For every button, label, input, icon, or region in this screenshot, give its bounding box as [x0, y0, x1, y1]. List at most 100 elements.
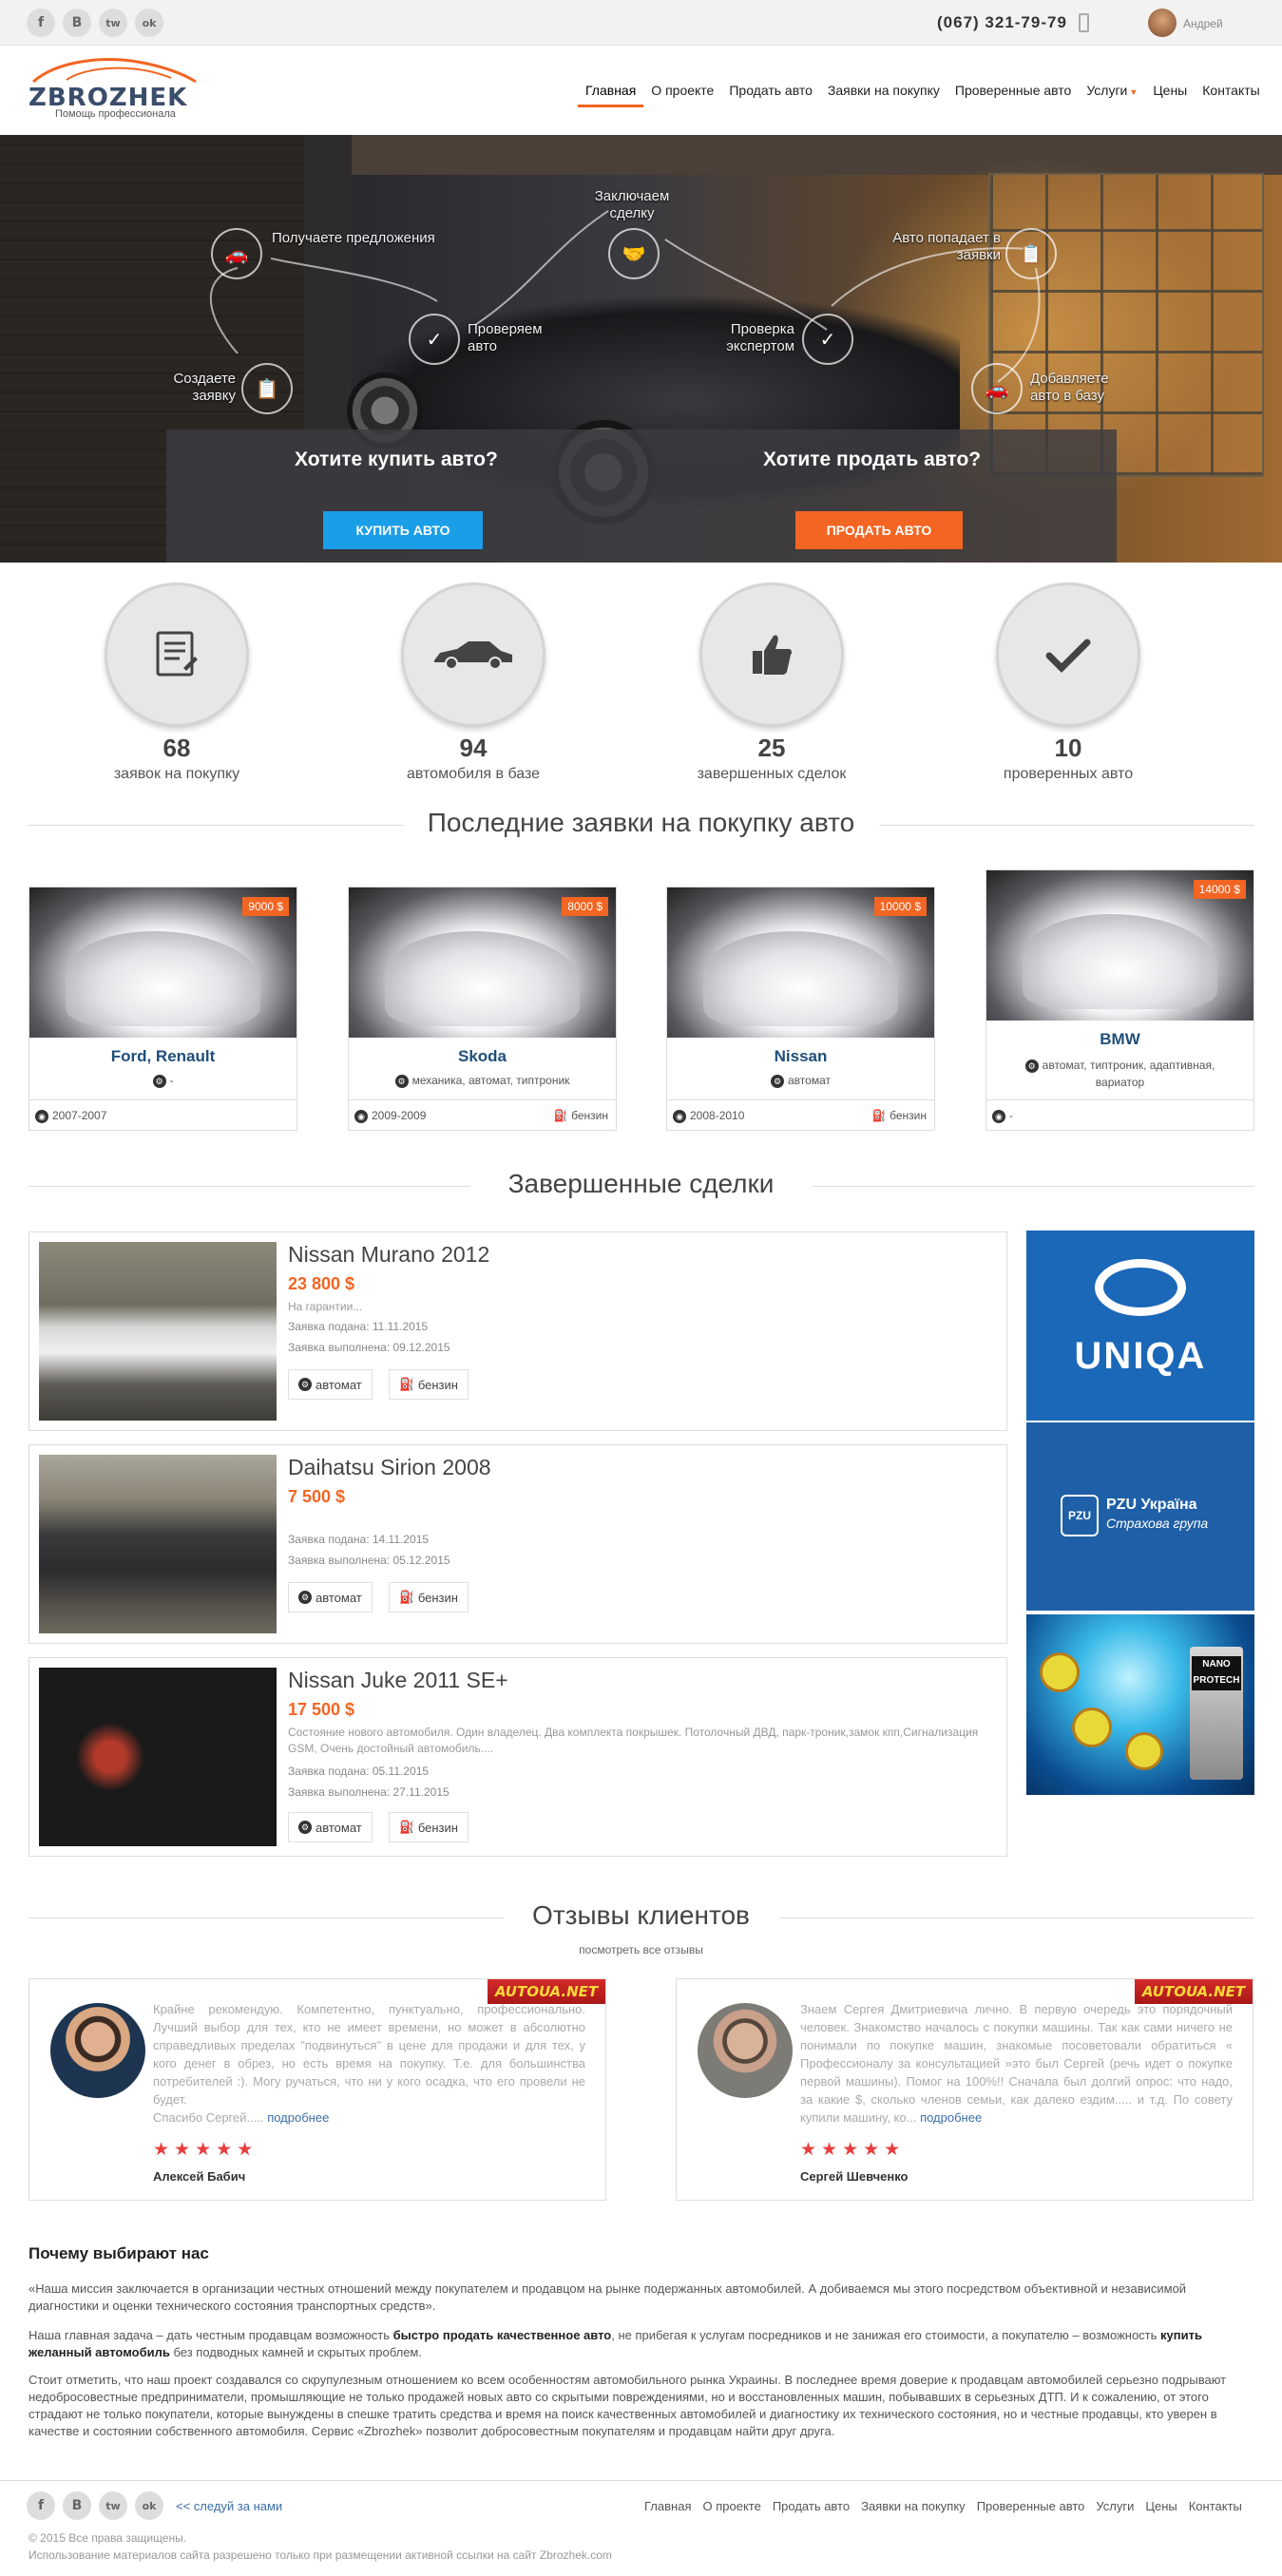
request-card-ford[interactable]: 9000 $ Ford, Renault ⚙ - ◉ 2007-2007	[29, 887, 297, 1131]
gearbox-tag: ⚙ автомат	[288, 1582, 373, 1612]
nav-about[interactable]: О проекте	[643, 83, 721, 107]
stat-cars-label: автомобиля в базе	[406, 766, 541, 782]
calendar-icon: ◉	[992, 1109, 1005, 1123]
sell-car-button[interactable]: ПРОДАТЬ АВТО	[795, 511, 963, 549]
request-card-nissan[interactable]: 10000 $ Nissan ⚙ автомат ◉ 2008-2010 ⛽ бен…	[666, 887, 935, 1131]
user-name[interactable]: Андрей	[1183, 17, 1223, 30]
see-all-reviews-link[interactable]: посмотреть все отзывы	[0, 1943, 1282, 1956]
thumbs-up-icon	[699, 582, 844, 727]
card-footer: ◉ 2008-2010 ⛽ бензин	[667, 1099, 934, 1130]
read-more-link[interactable]: подробнее	[267, 2110, 329, 2125]
footer-nav-services[interactable]: Услуги	[1090, 2499, 1139, 2513]
deal-submitted-date: Заявка подана: 11.11.2015	[288, 1320, 429, 1333]
card-spec: ⚙ автомат	[667, 1074, 934, 1088]
cable-end-icon	[1125, 1732, 1163, 1770]
footer-nav-requests[interactable]: Заявки на покупку	[855, 2499, 971, 2513]
card-years: 2008-2010	[690, 1109, 745, 1122]
review-card: AUTOUA.NET Знаем Сергея Дмитриевича личн…	[676, 1978, 1253, 2201]
deal-description: На гарантии...	[288, 1300, 363, 1313]
deal-submitted-date: Заявка подана: 14.11.2015	[288, 1533, 430, 1546]
user-avatar[interactable]	[1148, 9, 1177, 37]
deal-title[interactable]: Nissan Juke 2011 SE+	[288, 1668, 508, 1693]
stat-verified-label: проверенных авто	[1003, 766, 1134, 782]
follow-us-link[interactable]: << следуй за нами	[176, 2499, 282, 2513]
odnoklassniki-icon[interactable]: ok	[135, 9, 163, 37]
uniqa-logo-icon	[1095, 1259, 1186, 1316]
stat-requests-count: 68	[163, 734, 191, 762]
mobile-phone-icon	[1079, 13, 1089, 32]
stat-deals-count: 25	[757, 734, 786, 762]
pzu-ad[interactable]: PZU PZU Україна Страхова група	[1026, 1422, 1254, 1611]
sell-question: Хотите продать авто?	[763, 448, 982, 470]
footer-nav-home[interactable]: Главная	[639, 2499, 697, 2513]
buy-car-button[interactable]: КУПИТЬ АВТО	[323, 511, 483, 549]
deal-item[interactable]: Daihatsu Sirion 2008 7 500 $ Заявка пода…	[29, 1444, 1007, 1644]
deal-title[interactable]: Daihatsu Sirion 2008	[288, 1455, 491, 1480]
fuel-pump-icon: ⛽	[871, 1109, 887, 1122]
price-badge: 10000 $	[873, 897, 927, 916]
clipboard-icon: 📋	[1005, 228, 1057, 279]
footer-nav-prices[interactable]: Цены	[1139, 2499, 1182, 2513]
fuel-pump-icon: ⛽	[399, 1820, 415, 1834]
nano-label: NANO	[1202, 1659, 1231, 1670]
uniqa-text: UNIQA	[1074, 1335, 1207, 1377]
pzu-title: PZU Україна	[1106, 1497, 1197, 1513]
flow-step-check: Проверяем авто	[468, 321, 543, 354]
card-footer: ◉ 2007-2007	[29, 1099, 297, 1130]
card-title: Skoda	[457, 1047, 507, 1065]
footer-nav-contacts[interactable]: Контакты	[1183, 2499, 1248, 2513]
deal-completed-date: Заявка выполнена: 09.12.2015	[288, 1341, 450, 1354]
protech-label: PROTECH	[1193, 1675, 1240, 1686]
footer-nav-sell[interactable]: Продать авто	[767, 2499, 855, 2513]
uniqa-ad[interactable]: UNIQA	[1026, 1231, 1254, 1421]
request-card-skoda[interactable]: 8000 $ Skoda ⚙ механика, автомат, типтрон…	[348, 887, 617, 1131]
about-title: Почему выбирают нас	[29, 2244, 209, 2262]
vkontakte-icon[interactable]: B	[63, 9, 91, 37]
deal-completed-date: Заявка выполнена: 27.11.2015	[288, 1785, 450, 1799]
deal-price: 17 500 $	[288, 1700, 355, 1719]
card-fuel: бензин	[890, 1109, 927, 1122]
request-card-bmw[interactable]: 14000 $ BMW ⚙ автомат, типтроник, адаптив…	[985, 869, 1254, 1131]
deal-price: 7 500 $	[288, 1487, 346, 1506]
fuel-tag: ⛽ бензин	[389, 1812, 469, 1842]
deal-description: Состояние нового автомобиля. Один владел…	[288, 1726, 979, 1755]
odnoklassniki-icon[interactable]: ok	[135, 2491, 163, 2520]
nav-requests[interactable]: Заявки на покупку	[820, 83, 947, 107]
rating-stars: ★★★★★	[800, 2140, 906, 2160]
nanoprotech-ad[interactable]: NANO PROTECH	[1026, 1614, 1254, 1795]
nav-services[interactable]: Услуги ▼	[1079, 83, 1145, 107]
vkontakte-icon[interactable]: B	[63, 2491, 91, 2520]
pzu-logo-icon: PZU	[1061, 1495, 1099, 1536]
cable-end-icon	[1072, 1708, 1112, 1747]
top-bar: f B tw ok (067) 321-79-79 Андрей	[0, 0, 1282, 46]
price-badge: 8000 $	[562, 897, 608, 916]
nav-verified[interactable]: Проверенные авто	[947, 83, 1079, 107]
card-spec: ⚙ автомат, типтроник, адаптивная, вариато…	[986, 1057, 1253, 1091]
footer-nav-verified[interactable]: Проверенные авто	[971, 2499, 1091, 2513]
fuel-pump-icon: ⛽	[553, 1109, 568, 1122]
deal-item[interactable]: Nissan Juke 2011 SE+ 17 500 $ Состояние …	[29, 1657, 1007, 1857]
twitter-icon[interactable]: tw	[99, 9, 127, 37]
facebook-icon[interactable]: f	[27, 2491, 55, 2520]
gearbox-tag: ⚙ автомат	[288, 1812, 373, 1842]
card-spec: ⚙ механика, автомат, типтроник	[349, 1074, 616, 1088]
gearbox-icon: ⚙	[1024, 1059, 1039, 1073]
deal-title[interactable]: Nissan Murano 2012	[288, 1242, 489, 1268]
phone-number[interactable]: (067) 321-79-79	[937, 13, 1067, 32]
footer-nav-about[interactable]: О проекте	[697, 2499, 766, 2513]
nav-contacts[interactable]: Контакты	[1195, 83, 1267, 107]
fuel-pump-icon: ⛽	[399, 1377, 415, 1391]
nav-sell[interactable]: Продать авто	[721, 83, 820, 107]
nav-prices[interactable]: Цены	[1145, 83, 1195, 107]
reviewer-photo	[50, 2003, 145, 2098]
twitter-icon[interactable]: tw	[99, 2491, 127, 2520]
deal-item[interactable]: Nissan Murano 2012 23 800 $ На гарантии.…	[29, 1231, 1007, 1431]
flow-step-offers: Получаете предложения	[272, 230, 435, 246]
stat-requests-label: заявок на покупку	[113, 766, 240, 782]
reviewer-name: Сергей Шевченко	[800, 2169, 909, 2184]
facebook-icon[interactable]: f	[27, 9, 55, 37]
nav-home[interactable]: Главная	[578, 83, 644, 107]
read-more-link[interactable]: подробнее	[920, 2110, 982, 2125]
flow-step-add: Добавляете авто в базу	[1030, 371, 1109, 404]
deals-section-title: Завершенные сделки	[507, 1169, 775, 1198]
